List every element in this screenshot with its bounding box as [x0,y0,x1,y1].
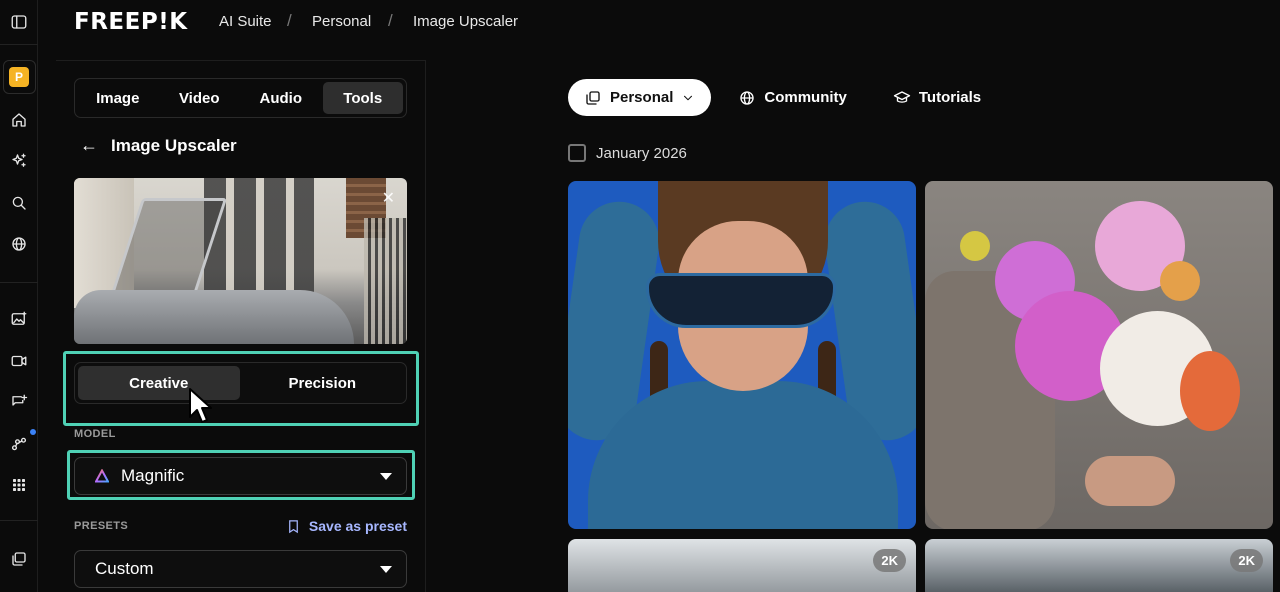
remove-image-close-icon[interactable]: ✕ [382,188,395,208]
preview-car-body [74,290,354,344]
chevron-down-icon [684,95,693,100]
caret-down-icon [380,566,392,573]
magnific-triangle-icon [95,469,109,483]
model-select-value: Magnific [121,466,185,485]
gallery-stack-icon [586,90,600,105]
rail-divider [0,282,38,283]
mouse-cursor-icon [189,388,212,423]
resolution-badge: 2K [873,549,906,572]
globe-icon [740,90,755,105]
gallery-image-card[interactable]: 2K [568,539,916,592]
tab-audio[interactable]: Audio [241,82,321,114]
video-icon[interactable] [8,350,30,372]
globe-icon[interactable] [8,233,30,255]
preview-facade-grid [364,218,407,344]
caret-down-icon [380,473,392,480]
workspace-badge[interactable]: P [9,67,29,87]
personal-filter-dropdown[interactable]: Personal [568,79,712,116]
save-as-preset-link[interactable]: Save as preset [286,518,407,534]
rail-divider [0,520,38,521]
community-label: Community [764,89,847,106]
gallery-image-card[interactable] [925,181,1273,529]
gallery-image-card[interactable] [568,181,916,529]
rail-divider [0,44,38,45]
chat-add-icon[interactable] [8,391,30,413]
upscale-mode-toggle: Creative Precision [74,362,407,404]
presets-label: PRESETS [74,520,129,532]
tab-tools[interactable]: Tools [322,82,403,114]
freepik-logo[interactable]: FREEP!K [74,9,188,35]
notification-dot [30,429,36,435]
bookmark-icon [289,519,298,533]
save-as-preset-label: Save as preset [308,518,407,534]
model-label: MODEL [74,428,116,440]
tab-image[interactable]: Image [78,82,158,114]
model-select[interactable]: Magnific [74,457,407,495]
home-icon[interactable] [8,109,30,131]
page-title: Image Upscaler [111,136,237,155]
portrait-sunglasses [646,273,836,328]
search-icon[interactable] [8,192,30,214]
personal-filter-label: Personal [610,89,674,106]
icon-rail: P [0,0,38,592]
breadcrumb-separator: / [287,11,292,30]
select-group-checkbox[interactable] [568,144,586,162]
breadcrumb-item-image-upscaler: Image Upscaler [413,13,519,30]
image-edit-icon[interactable] [8,308,30,330]
breadcrumb-separator: / [388,11,393,30]
breadcrumb-item-personal[interactable]: Personal [312,13,371,30]
date-group-label: January 2026 [596,145,687,162]
breadcrumb-item-ai-suite[interactable]: AI Suite [219,13,272,30]
tool-panel: Image Video Audio Tools ← Image Upscaler… [56,60,426,592]
mode-creative-button[interactable]: Creative [78,366,240,400]
sparkle-icon[interactable] [8,150,30,172]
mode-precision-button[interactable]: Precision [242,366,404,400]
community-link[interactable]: Community [738,89,847,107]
back-arrow-icon[interactable]: ← [80,135,98,156]
flower-bloom [960,231,990,261]
tutorials-label: Tutorials [918,89,982,106]
preset-select[interactable]: Custom [74,550,407,588]
apps-grid-icon[interactable] [8,474,30,496]
preset-select-value: Custom [95,559,154,578]
source-image-preview: ✕ [74,178,407,344]
sidebar-toggle-icon[interactable] [8,11,30,33]
gallery-filter-bar: Personal Community Tutorials [568,79,981,116]
resolution-badge: 2K [1230,549,1263,572]
graduation-cap-icon [893,90,911,103]
tab-video[interactable]: Video [160,82,240,114]
top-bar: FREEP!K AI Suite / Personal / Image Upsc… [38,0,1280,44]
flower-bloom [1180,351,1240,431]
flower-holder-hands [1085,456,1175,506]
flower-bloom [1160,261,1200,301]
gallery-icon[interactable] [8,548,30,570]
category-tabs: Image Video Audio Tools [74,78,407,118]
gallery-image-card[interactable]: 2K [925,539,1273,592]
tutorials-link[interactable]: Tutorials [893,89,981,107]
workflow-icon[interactable] [8,433,30,455]
